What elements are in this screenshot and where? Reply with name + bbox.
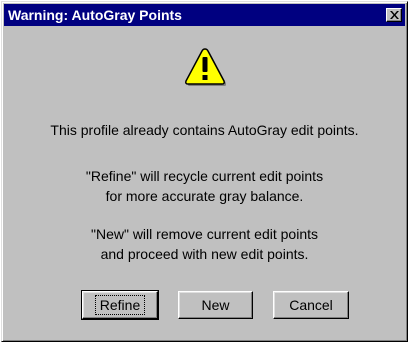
message-line: "Refine" will recycle current edit point… — [85, 168, 324, 184]
refine-button-label: Refine — [94, 295, 146, 315]
cancel-button[interactable]: Cancel — [273, 291, 349, 319]
dialog-title: Warning: AutoGray Points — [8, 7, 182, 23]
close-icon — [389, 11, 399, 19]
warning-dialog: Warning: AutoGray Points This profile al… — [1, 1, 408, 342]
warning-icon-container — [2, 47, 407, 87]
new-button[interactable]: New — [178, 291, 253, 319]
message-line: "New" will remove current edit points — [90, 226, 319, 242]
message-existing-points: This profile already contains AutoGray e… — [2, 120, 407, 140]
close-button[interactable] — [386, 8, 402, 22]
message-new-explanation: "New" will remove current edit points an… — [2, 224, 407, 264]
title-bar[interactable]: Warning: AutoGray Points — [4, 4, 405, 26]
message-line: and proceed with new edit points. — [100, 246, 309, 262]
cancel-button-label: Cancel — [289, 297, 333, 313]
new-button-label: New — [201, 297, 230, 313]
message-refine-explanation: "Refine" will recycle current edit point… — [2, 166, 407, 206]
message-line: for more accurate gray balance. — [105, 188, 304, 204]
warning-icon — [184, 48, 226, 86]
message-line: This profile already contains AutoGray e… — [50, 122, 359, 138]
refine-button[interactable]: Refine — [81, 290, 159, 320]
button-row: Refine New Cancel — [2, 290, 407, 320]
